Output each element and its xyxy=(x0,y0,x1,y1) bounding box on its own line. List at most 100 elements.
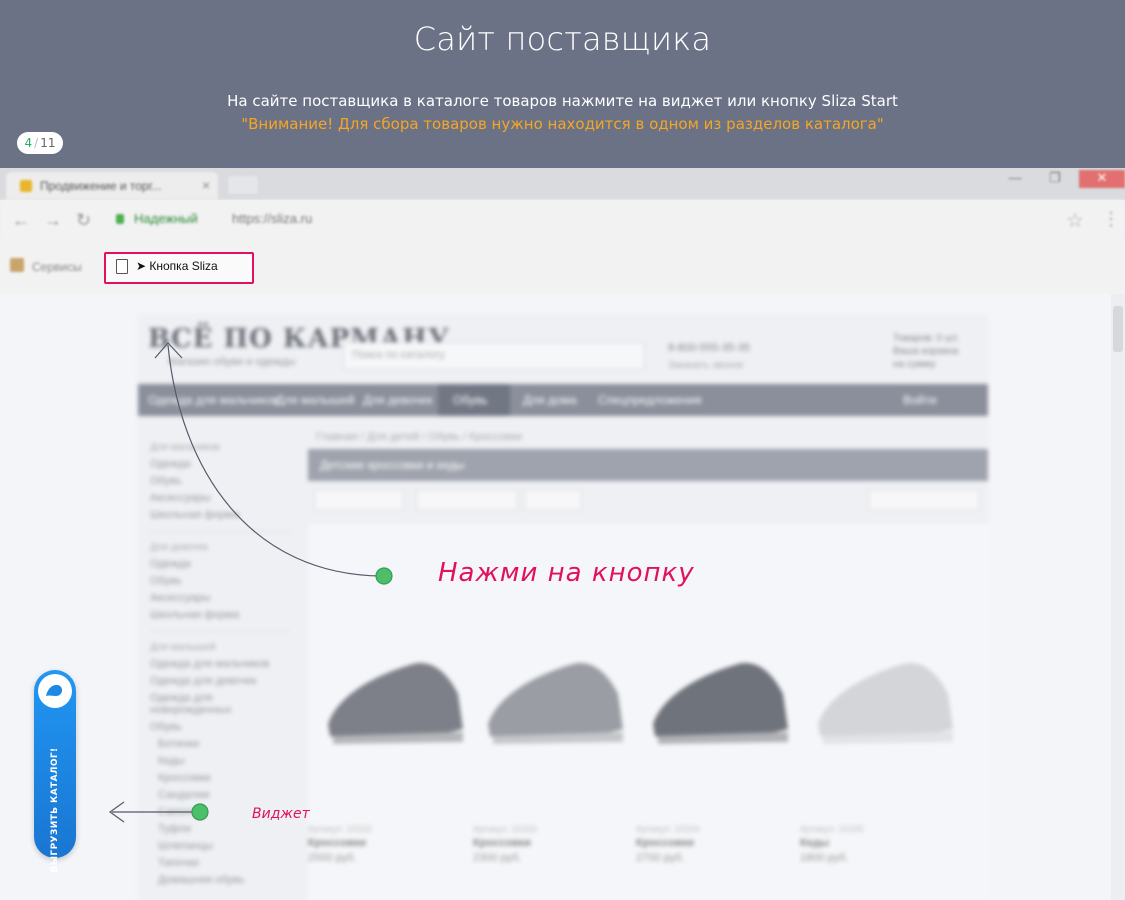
window-close-icon[interactable]: ✕ xyxy=(1079,170,1125,188)
cart-line: на сумму xyxy=(893,359,936,370)
per-page-select[interactable] xyxy=(868,489,980,511)
product-card[interactable]: Артикул: 10155 Кеды 1800 руб. xyxy=(800,824,920,864)
sidebar-link[interactable]: Школьная форма xyxy=(150,609,290,621)
close-icon[interactable]: × xyxy=(202,177,210,193)
product-image[interactable] xyxy=(318,644,468,754)
site-phone: 8-800-555-35-35 xyxy=(668,342,750,354)
catalog-filters xyxy=(308,489,988,511)
sidebar-link[interactable]: Шлепанцы xyxy=(150,840,290,852)
warning-text: "Внимание! Для сбора товаров нужно наход… xyxy=(241,115,884,133)
sort-select[interactable] xyxy=(314,489,404,511)
page-title: Сайт поставщика xyxy=(413,20,712,58)
apps-icon xyxy=(10,258,24,272)
site-nav-item[interactable]: Для дома xyxy=(523,393,577,407)
sliza-bookmark-button[interactable]: ➤ Кнопка Sliza xyxy=(104,252,254,284)
sidebar-link[interactable]: Одежда для новорожденных xyxy=(150,692,290,716)
sidebar-link[interactable]: Кроссовки xyxy=(150,772,290,784)
sidebar-link[interactable]: Обувь xyxy=(150,575,290,587)
site-nav-item[interactable]: Для малышей xyxy=(276,393,355,407)
site-nav-item[interactable]: Войти xyxy=(903,393,937,407)
product-name: Кроссовки xyxy=(308,837,366,849)
tab-bar: Продвижение и торг... × — ❐ ✕ xyxy=(0,168,1125,200)
sidebar-link[interactable]: Одежда xyxy=(150,458,290,470)
product-card[interactable]: Артикул: 10153 Кроссовки 2300 руб. xyxy=(473,824,593,864)
cart-line: Товаров: 0 шт. xyxy=(893,333,960,344)
minimize-icon[interactable]: — xyxy=(1003,170,1027,188)
sidebar-link[interactable]: Ботинки xyxy=(150,738,290,750)
scroll-thumb[interactable] xyxy=(1113,306,1123,352)
button-callout: Нажми на кнопку xyxy=(438,558,695,588)
bookmark-star-icon[interactable]: ☆ xyxy=(1066,208,1084,233)
product-price: 2700 руб. xyxy=(636,852,685,864)
product-price: 1800 руб. xyxy=(800,852,849,864)
callback-link[interactable]: Заказать звонок xyxy=(668,360,743,371)
sliza-bookmark-label: ➤ Кнопка Sliza xyxy=(136,259,218,273)
site-search-input[interactable]: Поиск по каталогу xyxy=(343,342,645,370)
widget-callout: Виджет xyxy=(252,806,310,822)
sidebar-link[interactable]: Одежда xyxy=(150,558,290,570)
product-price: 2300 руб. xyxy=(473,852,522,864)
secure-label: Надежный xyxy=(134,211,198,226)
sidebar-link[interactable]: Одежда для мальчиков xyxy=(150,658,290,670)
sidebar-link[interactable]: Домашняя обувь xyxy=(150,874,290,886)
sliza-logo-icon xyxy=(38,674,72,708)
product-article: Артикул: 10154 xyxy=(636,824,700,834)
site-search-placeholder: Поиск по каталогу xyxy=(352,349,445,361)
category-title: Детские кроссовки и кеды xyxy=(320,458,465,472)
favicon-icon xyxy=(20,180,32,192)
browser-menu-icon[interactable]: ⋮ xyxy=(1102,209,1120,230)
back-icon[interactable]: ← xyxy=(12,210,30,231)
sidebar-link[interactable]: Аксессуары xyxy=(150,492,290,504)
product-name: Кроссовки xyxy=(473,837,531,849)
step-current: 4 xyxy=(24,136,33,150)
product-image[interactable] xyxy=(478,644,628,754)
product-article: Артикул: 10152 xyxy=(308,824,372,834)
product-article: Артикул: 10155 xyxy=(800,824,864,834)
product-price: 2500 руб. xyxy=(308,852,357,864)
product-image[interactable] xyxy=(643,644,793,754)
product-article: Артикул: 10153 xyxy=(473,824,537,834)
widget-label: ВЫГРУЗИТЬ КАТАЛОГ! xyxy=(50,747,60,873)
site-nav-item[interactable]: Спецпредложения xyxy=(598,393,702,407)
forward-icon[interactable]: → xyxy=(44,210,62,231)
step-counter: 4/11 xyxy=(17,132,63,154)
site-nav-item[interactable]: Обувь xyxy=(453,393,488,407)
product-card[interactable]: Артикул: 10154 Кроссовки 2700 руб. xyxy=(636,824,756,864)
product-name: Кроссовки xyxy=(636,837,694,849)
tutorial-header: Сайт поставщика На сайте поставщика в ка… xyxy=(0,0,1125,168)
category-title-bar: Детские кроссовки и кеды xyxy=(308,449,988,481)
sidebar-link[interactable]: Сандалии xyxy=(150,789,290,801)
bookmark-services[interactable]: Сервисы xyxy=(32,260,82,274)
sidebar-link[interactable]: Обувь xyxy=(150,475,290,487)
sliza-widget-button[interactable]: ВЫГРУЗИТЬ КАТАЛОГ! xyxy=(34,670,76,873)
url-field[interactable]: https://sliza.ru xyxy=(232,211,312,226)
cart-line: Ваша корзина xyxy=(893,346,959,357)
sidebar-link[interactable]: Тапочки xyxy=(150,857,290,869)
page-icon xyxy=(116,259,128,274)
reload-icon[interactable]: ↻ xyxy=(76,210,91,231)
apply-filter-button[interactable] xyxy=(524,489,582,511)
address-bar: ← → ↻ Надежный https://sliza.ru ☆ ⋮ xyxy=(0,200,1125,240)
product-image[interactable] xyxy=(808,644,958,754)
sidebar-group-title: Для мальчиков xyxy=(150,442,220,453)
maximize-icon[interactable]: ❐ xyxy=(1043,170,1067,188)
sidebar-link[interactable]: Кеды xyxy=(150,755,290,767)
instruction-text: На сайте поставщика в каталоге товаров н… xyxy=(227,92,898,110)
sidebar-link[interactable]: Аксессуары xyxy=(150,592,290,604)
size-select[interactable] xyxy=(416,489,518,511)
step-separator: / xyxy=(34,136,39,150)
sidebar-link[interactable]: Обувь xyxy=(150,721,290,733)
site-cart[interactable]: Товаров: 0 шт. Ваша корзина на сумму xyxy=(893,332,959,371)
product-card[interactable]: Артикул: 10152 Кроссовки 2500 руб. xyxy=(308,824,428,864)
new-tab-button[interactable] xyxy=(228,176,258,194)
sidebar-link[interactable]: Туфли xyxy=(150,823,290,835)
lock-icon xyxy=(116,214,124,224)
page-scrollbar[interactable] xyxy=(1111,294,1125,900)
sidebar-divider xyxy=(150,631,290,632)
site-nav: Одежда для мальчиков Для малышей Для дев… xyxy=(138,384,988,416)
site-nav-item[interactable]: Для девочек xyxy=(363,393,432,407)
sidebar-link[interactable]: Школьная форма xyxy=(150,509,290,521)
sidebar-link[interactable]: Одежда для девочек xyxy=(150,675,290,687)
site-nav-item[interactable]: Одежда для мальчиков xyxy=(148,393,278,407)
browser-tab[interactable]: Продвижение и торг... × xyxy=(6,172,218,200)
